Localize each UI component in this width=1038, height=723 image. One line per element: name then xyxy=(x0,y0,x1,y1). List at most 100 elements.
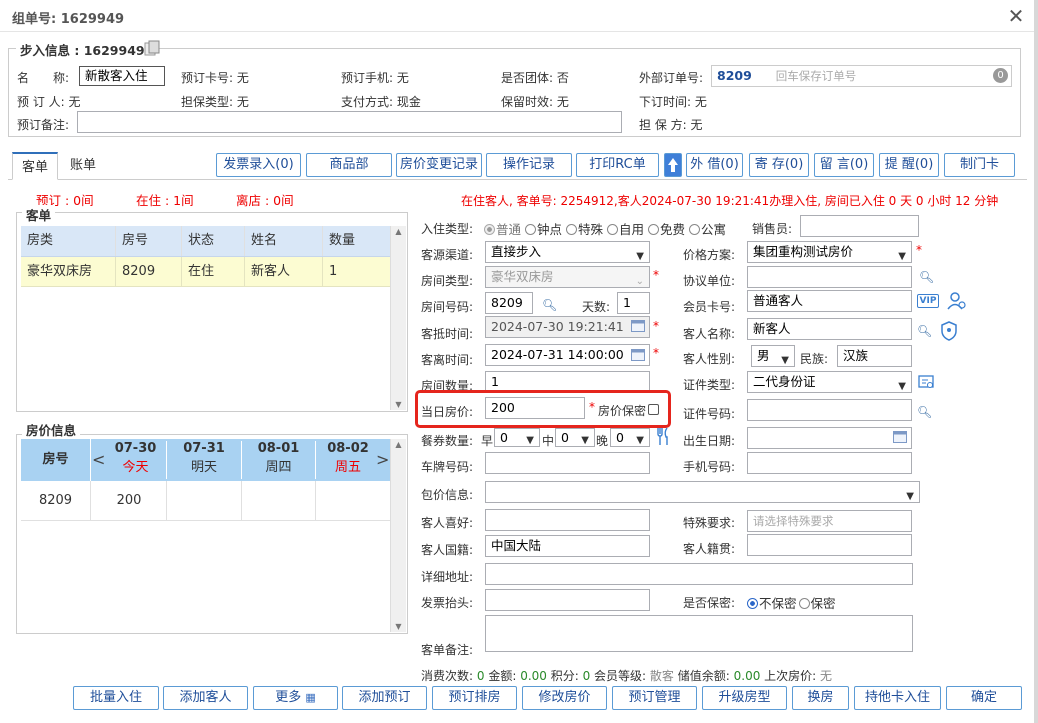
cutlery-icon[interactable] xyxy=(655,426,671,446)
batch-checkin-button[interactable]: 批量入住 xyxy=(73,686,159,710)
meal-lunch-select[interactable]: 0 ▼ xyxy=(555,428,595,447)
name-input[interactable]: 新散客入住 xyxy=(79,66,165,86)
remind-button[interactable]: 提 醒(0) xyxy=(879,153,939,177)
user-icon[interactable] xyxy=(946,291,966,311)
other-card-checkin-button[interactable]: 持他卡入住 xyxy=(854,686,941,710)
meal-dinner-select[interactable]: 0 ▼ xyxy=(610,428,650,447)
channel-select[interactable]: 直接步入 ▼ xyxy=(485,241,650,263)
secret-radios[interactable]: 不保密 保密 xyxy=(747,593,836,612)
guarantor-text: 担 保 方: 无 xyxy=(639,118,703,132)
radio-icon[interactable] xyxy=(525,224,536,235)
shield-icon[interactable] xyxy=(940,321,958,341)
agreement-input[interactable] xyxy=(747,266,912,288)
gender-select[interactable]: 男 ▼ xyxy=(751,345,795,367)
radio-label: 公寓 xyxy=(701,222,727,237)
radio-icon[interactable] xyxy=(689,224,700,235)
message-button[interactable]: 留 言(0) xyxy=(814,153,874,177)
meal-breakfast-select[interactable]: 0 ▼ xyxy=(494,428,540,447)
assign-room-button[interactable]: 预订排房 xyxy=(432,686,517,710)
lend-button[interactable]: 外 借(0) xyxy=(686,153,743,177)
radio-icon[interactable] xyxy=(484,224,495,235)
calendar-icon[interactable] xyxy=(893,431,907,443)
goods-button[interactable]: 商品部 xyxy=(306,153,392,177)
price-plan-select[interactable]: 集团重构测试房价 ▼ xyxy=(747,241,912,263)
door-card-button[interactable]: 制门卡 xyxy=(944,153,1015,177)
booking-remark-input[interactable] xyxy=(77,111,622,133)
modify-rate-button[interactable]: 修改房价 xyxy=(522,686,607,710)
next-icon[interactable]: > xyxy=(376,450,389,469)
operation-log-button[interactable]: 操作记录 xyxy=(486,153,572,177)
room-type-select[interactable]: 豪华双床房 ⌄ xyxy=(485,266,650,288)
radio-icon[interactable] xyxy=(798,598,810,609)
change-room-button[interactable]: 换房 xyxy=(792,686,849,710)
arrive-input[interactable]: 2024-07-30 19:21:41 xyxy=(485,316,650,338)
member-input[interactable]: 普通客人 xyxy=(747,290,912,312)
copy-icon[interactable] xyxy=(144,40,160,56)
depart-input[interactable]: 2024-07-31 14:00:00 xyxy=(485,344,650,366)
invoice-title-input[interactable] xyxy=(485,589,650,611)
price-plan-value: 集团重构测试房价 xyxy=(753,244,854,259)
origin-input[interactable] xyxy=(747,534,912,556)
search-icon[interactable]: 🔍︎ xyxy=(917,324,932,338)
search-icon[interactable]: 🔍︎ xyxy=(919,270,934,284)
meal-dinner-label: 晚 xyxy=(596,434,609,448)
ext-order-input[interactable]: 8209 回车保存订单号 xyxy=(711,65,1012,87)
confirm-button[interactable]: 确定 xyxy=(946,686,1022,710)
meal-value: 0 xyxy=(500,430,508,445)
close-icon[interactable]: ✕ xyxy=(1006,4,1026,28)
col-room-type: 房类 xyxy=(21,226,116,256)
room-no-input[interactable]: 8209 xyxy=(485,292,533,314)
vip-icon[interactable]: VIP xyxy=(917,294,939,308)
tab-bill[interactable]: 账单 xyxy=(60,152,106,180)
radio-icon[interactable] xyxy=(648,224,659,235)
prev-icon[interactable]: < xyxy=(92,450,105,469)
id-no-label: 证件号码: xyxy=(683,407,736,421)
id-no-input[interactable] xyxy=(747,399,912,421)
plate-label: 车牌号码: xyxy=(421,460,474,474)
ethnic-input[interactable]: 汉族 xyxy=(837,345,912,367)
nation-input[interactable]: 中国大陆 xyxy=(485,535,650,557)
package-select[interactable]: ▼ xyxy=(485,481,920,503)
agreement-label: 协议单位: xyxy=(683,274,736,288)
address-input[interactable] xyxy=(485,563,913,585)
arrive-label: 客抵时间: xyxy=(421,327,474,341)
guest-name-input[interactable]: 新客人 xyxy=(747,318,912,340)
birth-input[interactable] xyxy=(747,427,912,449)
price-scrollbar[interactable]: ▲ ▼ xyxy=(390,439,406,632)
add-guest-button[interactable]: 添加客人 xyxy=(163,686,248,710)
deposit-button[interactable]: 寄 存(0) xyxy=(749,153,809,177)
special-input[interactable]: 请选择特殊要求 xyxy=(747,510,912,532)
cell-room-no: 8209 xyxy=(116,257,182,286)
guest-remark-textarea[interactable] xyxy=(485,615,913,652)
print-rc-button[interactable]: 打印RC单 xyxy=(576,153,659,177)
more-button[interactable]: 更多 ▦ xyxy=(253,686,338,710)
search-icon[interactable]: 🔍︎ xyxy=(542,298,557,312)
plate-input[interactable] xyxy=(485,452,650,474)
rate-secret-checkbox[interactable] xyxy=(648,404,659,415)
tab-guest[interactable]: 客单 xyxy=(12,152,58,180)
add-reservation-button[interactable]: 添加预订 xyxy=(342,686,427,710)
pref-input[interactable] xyxy=(485,509,650,531)
guest-list-scrollbar[interactable]: ▲ ▼ xyxy=(390,226,406,410)
search-icon[interactable]: 🔍︎ xyxy=(917,405,932,419)
id-scan-icon[interactable] xyxy=(918,374,936,390)
radio-icon[interactable] xyxy=(566,224,577,235)
radio-icon[interactable] xyxy=(747,598,758,609)
sales-input[interactable] xyxy=(800,215,919,237)
chevron-down-icon: ▼ xyxy=(898,381,906,392)
checkin-type-radios[interactable]: 普通 钟点 特殊 自用 免费 公寓 xyxy=(484,219,726,238)
upgrade-room-button[interactable]: 升级房型 xyxy=(702,686,787,710)
rate-input[interactable]: 200 xyxy=(485,397,585,419)
days-input[interactable]: 1 xyxy=(617,292,650,314)
reservation-manage-button[interactable]: 预订管理 xyxy=(612,686,697,710)
price-change-button[interactable]: 房价变更记录 xyxy=(396,153,482,177)
in-house-count: 在住 : 1间 xyxy=(136,193,194,208)
mobile-input[interactable] xyxy=(747,452,912,474)
id-type-select[interactable]: 二代身份证 ▼ xyxy=(747,371,912,393)
calendar-icon[interactable] xyxy=(631,320,645,332)
calendar-icon[interactable] xyxy=(631,349,645,361)
invoice-button[interactable]: 发票录入(0) xyxy=(216,153,301,177)
up-arrow-icon[interactable] xyxy=(664,153,682,177)
table-row[interactable]: 豪华双床房 8209 在住 新客人 1 xyxy=(21,257,390,287)
radio-icon[interactable] xyxy=(607,224,618,235)
